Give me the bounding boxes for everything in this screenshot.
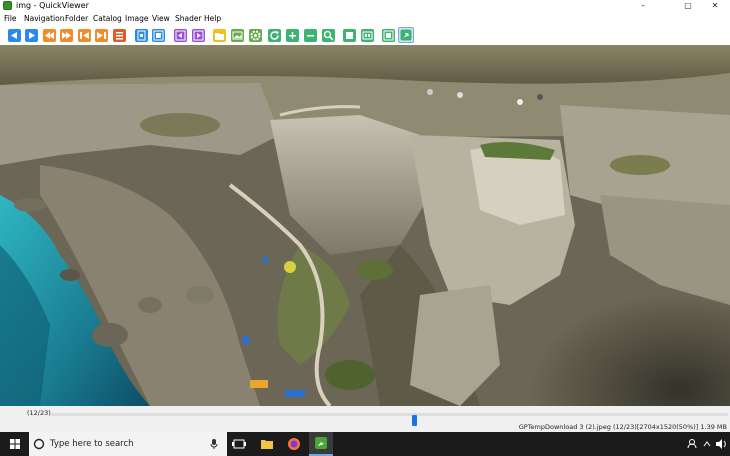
menu-bar: File Navigation Folder Catalog Image Vie…: [0, 12, 730, 26]
cortana-icon: [33, 438, 45, 453]
image-viewer[interactable]: [0, 45, 730, 406]
volume-list-icon[interactable]: [113, 29, 126, 42]
pin-icon[interactable]: [398, 27, 414, 43]
taskbar-search-box[interactable]: Type here to search: [29, 432, 227, 456]
quickviewer-app-icon: [3, 1, 12, 10]
single-view-right-icon[interactable]: [192, 29, 205, 42]
close-button[interactable]: ✕: [698, 0, 730, 12]
firefox-icon[interactable]: [282, 432, 306, 456]
file-info: GPTempDownload 3 (2).jpeg (12/23)[2704x1…: [518, 423, 727, 431]
first-page-icon[interactable]: [78, 29, 91, 42]
window-title: img - QuickViewer: [16, 1, 89, 10]
prev-volume-icon[interactable]: [43, 29, 56, 42]
settings-gear-icon[interactable]: [249, 29, 262, 42]
menu-navigation[interactable]: Navigation: [24, 14, 64, 24]
page-counter: (12/23): [27, 409, 51, 417]
quickviewer-window: img - QuickViewer – ▢ ✕ File Navigation …: [0, 0, 730, 456]
open-folder-icon[interactable]: [213, 29, 226, 42]
speaker-icon[interactable]: [714, 432, 728, 456]
windows-start-icon[interactable]: [3, 432, 27, 456]
right-to-left-icon[interactable]: [152, 29, 165, 42]
menu-catalog[interactable]: Catalog: [93, 14, 122, 24]
microphone-icon[interactable]: [209, 438, 219, 453]
menu-folder[interactable]: Folder: [65, 14, 88, 24]
task-view-icon[interactable]: [227, 432, 251, 456]
seek-slider-thumb[interactable]: [411, 415, 417, 426]
quickviewer-taskbar-icon[interactable]: [309, 432, 333, 456]
slideshow-icon[interactable]: [361, 29, 374, 42]
prev-page-icon[interactable]: [8, 29, 21, 42]
toolbar: [0, 26, 730, 45]
next-volume-icon[interactable]: [60, 29, 73, 42]
chevron-up-icon[interactable]: [701, 432, 713, 456]
full-screen-icon[interactable]: [343, 29, 356, 42]
menu-shader[interactable]: Shader: [175, 14, 202, 24]
displayed-photo: [0, 45, 730, 406]
next-page-icon[interactable]: [25, 29, 38, 42]
catalog-icon[interactable]: [382, 29, 395, 42]
single-view-left-icon[interactable]: [174, 29, 187, 42]
gallery-icon[interactable]: [231, 29, 244, 42]
fit-window-icon[interactable]: [322, 29, 335, 42]
status-bar: (12/23) GPTempDownload 3 (2).jpeg (12/23…: [0, 406, 730, 432]
menu-view[interactable]: View: [152, 14, 170, 24]
menu-file[interactable]: File: [4, 14, 17, 24]
file-explorer-icon[interactable]: [255, 432, 279, 456]
windows-taskbar: Type here to search: [0, 432, 730, 456]
minimize-button[interactable]: –: [626, 0, 660, 12]
title-bar: img - QuickViewer – ▢ ✕: [0, 0, 730, 12]
zoom-in-icon[interactable]: [286, 29, 299, 42]
menu-image[interactable]: Image: [125, 14, 149, 24]
rotate-icon[interactable]: [268, 29, 281, 42]
menu-help[interactable]: Help: [204, 14, 221, 24]
people-icon[interactable]: [686, 432, 700, 456]
seek-slider[interactable]: [50, 413, 728, 426]
last-page-icon[interactable]: [95, 29, 108, 42]
search-placeholder: Type here to search: [50, 439, 134, 449]
dual-view-icon[interactable]: [135, 29, 148, 42]
zoom-out-icon[interactable]: [304, 29, 317, 42]
